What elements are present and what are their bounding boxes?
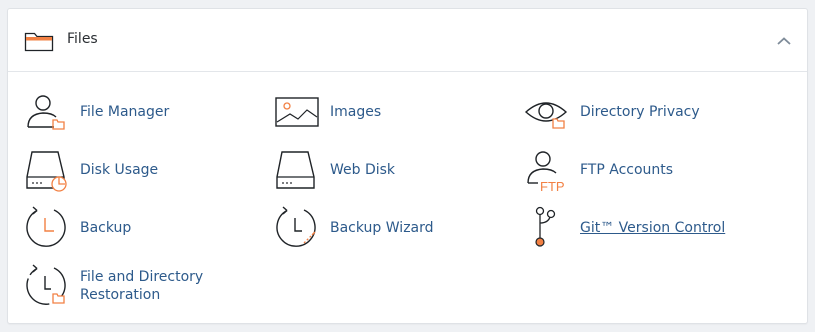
file-manager-label: File Manager	[80, 104, 170, 120]
backup-label: Backup	[80, 220, 132, 236]
label-line-2: Restoration	[80, 287, 161, 303]
file-directory-restoration-icon	[24, 263, 70, 309]
panel-header[interactable]: Files	[8, 9, 807, 72]
chevron-up-icon[interactable]	[773, 31, 795, 51]
directory-privacy-label: Directory Privacy	[580, 104, 700, 120]
file-manager-icon	[24, 89, 70, 135]
file-manager-link[interactable]: File Manager	[24, 89, 264, 135]
disk-usage-label: Disk Usage	[80, 162, 159, 178]
backup-icon	[24, 205, 70, 251]
disk-usage-link[interactable]: Disk Usage	[24, 147, 264, 193]
ftp-accounts-link[interactable]: FTP FTP Accounts	[524, 147, 784, 193]
file-directory-restoration-label: File and Directory Restoration	[80, 268, 203, 304]
git-version-control-label: Git™ Version Control	[580, 220, 726, 236]
label-line-1: File and Directory	[80, 269, 204, 285]
files-panel: Files File Manager Images Directory Priv…	[7, 8, 808, 324]
file-directory-restoration-link[interactable]: File and Directory Restoration	[24, 263, 264, 309]
web-disk-label: Web Disk	[330, 162, 396, 178]
backup-wizard-label: Backup Wizard	[330, 220, 434, 236]
images-label: Images	[330, 104, 382, 120]
folder-icon	[24, 29, 54, 53]
images-icon	[274, 89, 320, 135]
git-version-control-icon	[524, 205, 570, 251]
section-title: Files	[67, 31, 98, 47]
directory-privacy-link[interactable]: Directory Privacy	[524, 89, 784, 135]
git-version-control-link[interactable]: Git™ Version Control	[524, 205, 784, 251]
disk-usage-icon	[24, 147, 70, 193]
backup-wizard-link[interactable]: Backup Wizard	[274, 205, 514, 251]
web-disk-link[interactable]: Web Disk	[274, 147, 514, 193]
directory-privacy-icon	[524, 89, 570, 135]
svg-text:FTP: FTP	[540, 179, 565, 193]
images-link[interactable]: Images	[274, 89, 514, 135]
backup-link[interactable]: Backup	[24, 205, 264, 251]
web-disk-icon	[274, 147, 320, 193]
ftp-accounts-label: FTP Accounts	[580, 162, 674, 178]
backup-wizard-icon	[274, 205, 320, 251]
ftp-accounts-icon: FTP	[524, 147, 570, 193]
